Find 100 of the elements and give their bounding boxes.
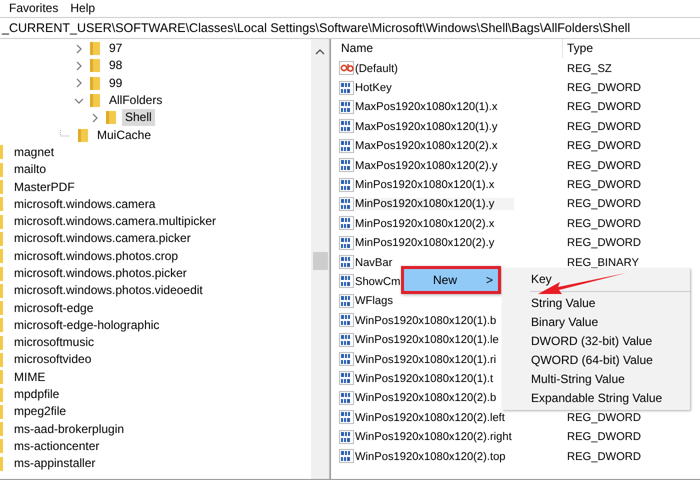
column-header[interactable]: Name — [337, 39, 563, 58]
tree-item[interactable]: microsoftmusic — [11, 334, 98, 352]
binary-value-icon — [339, 178, 354, 193]
value-name[interactable]: WinPos1920x1080x120(1).ri — [355, 354, 496, 366]
value-type: REG_SZ — [566, 62, 612, 75]
folder-icon — [88, 58, 102, 74]
folder-icon — [0, 214, 3, 229]
tree-item[interactable]: microsoft.windows.camera — [11, 196, 158, 213]
menu-item[interactable]: Favorites — [9, 0, 58, 16]
tree-item[interactable]: 98 — [106, 57, 126, 74]
column-header[interactable]: Type — [563, 39, 594, 58]
menu-item[interactable]: QWORD (64-bit) Value — [502, 351, 690, 370]
binary-value-icon — [339, 158, 354, 174]
value-name[interactable]: ShowCm — [355, 276, 400, 288]
value-type: REG_DWORD — [566, 179, 641, 192]
tree-item[interactable]: mpdpfile — [11, 386, 62, 404]
value-name[interactable]: MaxPos1920x1080x120(1).x — [355, 101, 498, 114]
tree-item[interactable]: magnet — [11, 144, 58, 161]
value-type: REG_DWORD — [566, 412, 641, 424]
binary-value-icon — [339, 138, 354, 154]
folder-icon — [104, 110, 118, 126]
binary-value-icon — [339, 332, 354, 348]
tree-item[interactable]: microsoftvideo — [11, 351, 94, 368]
scroll-up-icon[interactable] — [315, 49, 325, 55]
tree-item[interactable]: 97 — [106, 40, 126, 58]
folder-icon — [88, 76, 102, 91]
menu-item[interactable]: New > — [403, 268, 499, 292]
tree-item[interactable]: microsoft.windows.photos.videoedit — [11, 282, 206, 300]
tree-item[interactable]: microsoft.windows.camera.multipicker — [11, 213, 220, 230]
tree-item[interactable]: microsoft-edge-holographic — [11, 316, 162, 334]
value-type: REG_DWORD — [566, 431, 641, 444]
value-type: REG_DWORD — [566, 218, 641, 230]
binary-value-icon — [339, 80, 354, 96]
value-type: REG_DWORD — [566, 120, 641, 133]
menu-item[interactable]: Binary Value — [502, 313, 690, 332]
scrollbar[interactable] — [311, 39, 329, 479]
folder-icon — [0, 422, 3, 436]
value-type: REG_BINARY — [566, 256, 639, 269]
tree-item[interactable]: microsoft.windows.camera.picker — [11, 230, 194, 248]
folder-icon — [88, 93, 102, 108]
value-name[interactable]: WinPos1920x1080x120(2).b — [355, 392, 496, 404]
value-name[interactable]: WinPos1920x1080x120(1).b — [355, 314, 496, 327]
value-type: REG_DWORD — [566, 160, 641, 172]
value-name[interactable]: HotKey — [355, 82, 392, 94]
scroll-thumb[interactable] — [312, 252, 328, 270]
value-name[interactable]: WinPos1920x1080x120(2).right — [355, 431, 512, 444]
value-type: REG_DWORD — [566, 450, 641, 462]
value-name[interactable]: WinPos1920x1080x120(2).top — [355, 450, 506, 462]
folder-icon — [0, 180, 3, 194]
menu-item[interactable]: Multi-String Value — [502, 370, 690, 389]
folder-icon — [0, 370, 3, 384]
menu-item[interactable]: DWORD (32-bit) Value — [502, 332, 690, 351]
tree-item[interactable]: microsoft.windows.photos.picker — [11, 265, 190, 282]
folder-icon — [0, 284, 3, 298]
value-name[interactable]: MinPos1920x1080x120(2).x — [355, 218, 494, 230]
string-value-icon — [339, 61, 354, 76]
tree-item[interactable]: ms-actioncenter — [11, 438, 102, 455]
folder-icon — [0, 388, 3, 402]
folder-icon — [0, 266, 3, 280]
value-name[interactable]: MinPos1920x1080x120(2).y — [355, 237, 494, 250]
value-name[interactable]: MaxPos1920x1080x120(2).x — [355, 140, 498, 152]
folder-icon — [0, 232, 3, 246]
value-name[interactable]: NavBar — [355, 256, 392, 269]
address-bar[interactable]: _CURRENT_USER\SOFTWARE\Classes\Local Settings\Software\Microsoft\Windows\Shell\Bags\AllFolders\Shell — [0, 17, 700, 39]
menu-item[interactable]: String Value — [502, 294, 690, 313]
tree-item[interactable]: MasterPDF — [11, 178, 78, 196]
binary-value-icon — [339, 196, 354, 212]
binary-value-icon — [339, 119, 354, 134]
folder-icon — [0, 249, 3, 264]
menu-item[interactable]: Key — [502, 270, 690, 289]
value-name[interactable]: MinPos1920x1080x120(1).y — [355, 198, 514, 210]
tree-item[interactable]: 99 — [106, 74, 126, 92]
tree-item[interactable]: microsoft.windows.photos.crop — [11, 248, 182, 265]
value-name[interactable]: WFlags — [355, 295, 393, 308]
tree-item[interactable]: ms-aad-brokerplugin — [11, 420, 128, 438]
value-name[interactable]: MaxPos1920x1080x120(1).y — [355, 120, 498, 133]
value-type: REG_DWORD — [566, 101, 641, 114]
menu-item[interactable]: Expandable String Value — [502, 389, 690, 408]
folder-icon — [76, 128, 90, 143]
value-name[interactable]: WinPos1920x1080x120(1).le — [355, 334, 499, 346]
binary-value-icon — [339, 410, 354, 426]
binary-value-icon — [339, 390, 354, 406]
value-name[interactable]: WinPos1920x1080x120(1).t — [355, 372, 494, 385]
tree-item[interactable]: ms-appinstaller — [11, 455, 98, 472]
folder-icon — [0, 336, 3, 350]
value-type: REG_DWORD — [566, 237, 641, 250]
tree-item[interactable]: mailto — [11, 161, 50, 178]
tree-item[interactable]: microsoft-edge — [11, 300, 96, 317]
tree-item[interactable]: MuiCache — [94, 126, 154, 144]
value-name[interactable]: (Default) — [355, 62, 398, 75]
tree-item[interactable]: MIME — [11, 368, 48, 386]
tree-item[interactable]: mpeg2file — [11, 403, 70, 420]
folder-icon — [0, 301, 3, 316]
value-name[interactable]: WinPos1920x1080x120(2).left — [355, 412, 505, 424]
value-name[interactable]: MaxPos1920x1080x120(2).y — [355, 160, 498, 172]
folder-icon — [0, 352, 3, 367]
tree-item[interactable]: Shell — [122, 109, 155, 126]
value-name[interactable]: MinPos1920x1080x120(1).x — [355, 179, 494, 192]
menu-item[interactable]: Help — [70, 0, 96, 16]
tree-item[interactable]: AllFolders — [106, 92, 166, 110]
